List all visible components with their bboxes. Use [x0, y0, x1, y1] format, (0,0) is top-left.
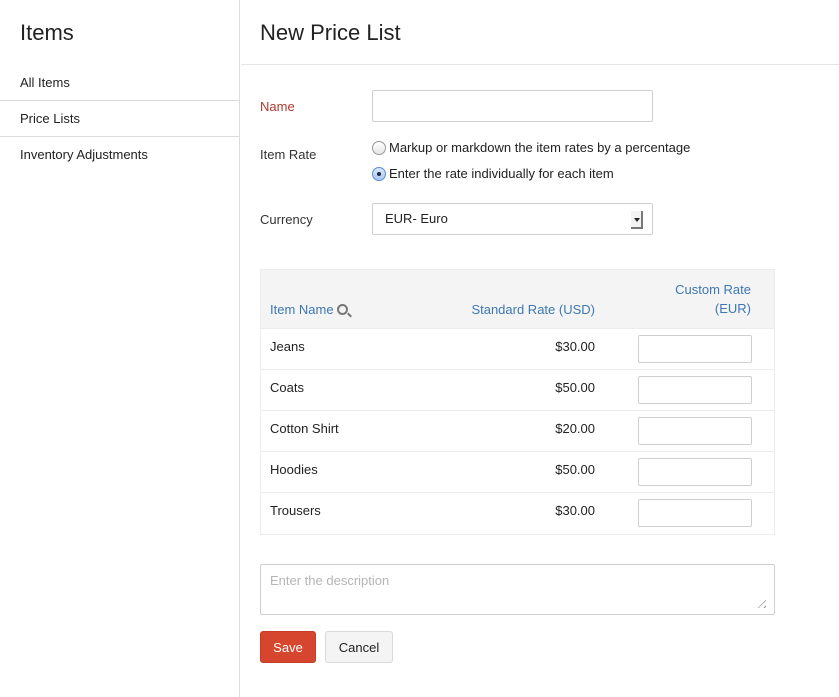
item-rate-label: Item Rate: [260, 147, 317, 162]
custom-rate-input[interactable]: [638, 376, 752, 404]
custom-rate-header: Custom Rate (EUR): [675, 282, 751, 316]
table-row: Coats $50.00: [261, 370, 774, 411]
table-row: Trousers $30.00: [261, 493, 774, 534]
standard-rate-cell: $30.00: [555, 503, 595, 518]
item-name-cell: Trousers: [270, 503, 321, 518]
item-name-cell: Jeans: [270, 339, 305, 354]
currency-label: Currency: [260, 212, 313, 227]
custom-rate-header-line2: (EUR): [714, 301, 751, 316]
main-content: New Price List Name Item Rate Markup or …: [241, 0, 839, 697]
custom-rate-input[interactable]: [638, 335, 752, 363]
chevron-down-icon[interactable]: [631, 211, 643, 229]
name-input[interactable]: [372, 90, 653, 122]
item-name-cell: Cotton Shirt: [270, 421, 339, 436]
header-divider: [241, 64, 839, 65]
radio-markup-percentage[interactable]: Markup or markdown the item rates by a p…: [372, 140, 690, 155]
standard-rate-cell: $50.00: [555, 462, 595, 477]
currency-value: EUR- Euro: [385, 211, 448, 226]
save-button[interactable]: Save: [260, 631, 316, 663]
currency-select[interactable]: EUR- Euro: [372, 203, 653, 235]
item-name-cell: Coats: [270, 380, 304, 395]
item-name-cell: Hoodies: [270, 462, 318, 477]
page-title: New Price List: [260, 20, 401, 45]
name-label: Name: [260, 99, 295, 114]
radio-checked-icon[interactable]: [372, 166, 386, 181]
radio-markup-label: Markup or markdown the item rates by a p…: [389, 140, 691, 155]
cancel-button[interactable]: Cancel: [325, 631, 393, 663]
table-header: Item Name Standard Rate (USD) Custom Rat…: [261, 270, 774, 329]
description-textarea[interactable]: [260, 564, 775, 615]
sidebar-title: Items: [20, 20, 74, 45]
custom-rate-header-line1: Custom Rate: [675, 282, 751, 297]
custom-rate-input[interactable]: [638, 417, 752, 445]
sidebar-item-all-items[interactable]: All Items: [0, 65, 239, 101]
standard-rate-cell: $30.00: [555, 339, 595, 354]
radio-unchecked-icon[interactable]: [372, 140, 386, 155]
table-row: Hoodies $50.00: [261, 452, 774, 493]
sidebar-item-price-lists[interactable]: Price Lists: [0, 101, 239, 137]
standard-rate-cell: $50.00: [555, 380, 595, 395]
standard-rate-cell: $20.00: [555, 421, 595, 436]
custom-rate-input[interactable]: [638, 458, 752, 486]
item-name-header-label: Item Name: [270, 302, 334, 317]
radio-individual-rate[interactable]: Enter the rate individually for each ite…: [372, 166, 614, 181]
search-icon[interactable]: [336, 304, 348, 315]
standard-rate-header: Standard Rate (USD): [471, 302, 595, 317]
custom-rate-input[interactable]: [638, 499, 752, 527]
radio-individual-label: Enter the rate individually for each ite…: [389, 166, 614, 181]
table-row: Jeans $30.00: [261, 329, 774, 370]
table-row: Cotton Shirt $20.00: [261, 411, 774, 452]
sidebar-item-inventory-adjustments[interactable]: Inventory Adjustments: [0, 137, 239, 173]
sidebar: Items All Items Price Lists Inventory Ad…: [0, 0, 240, 697]
item-name-header: Item Name: [270, 302, 348, 317]
items-table: Item Name Standard Rate (USD) Custom Rat…: [260, 269, 775, 535]
